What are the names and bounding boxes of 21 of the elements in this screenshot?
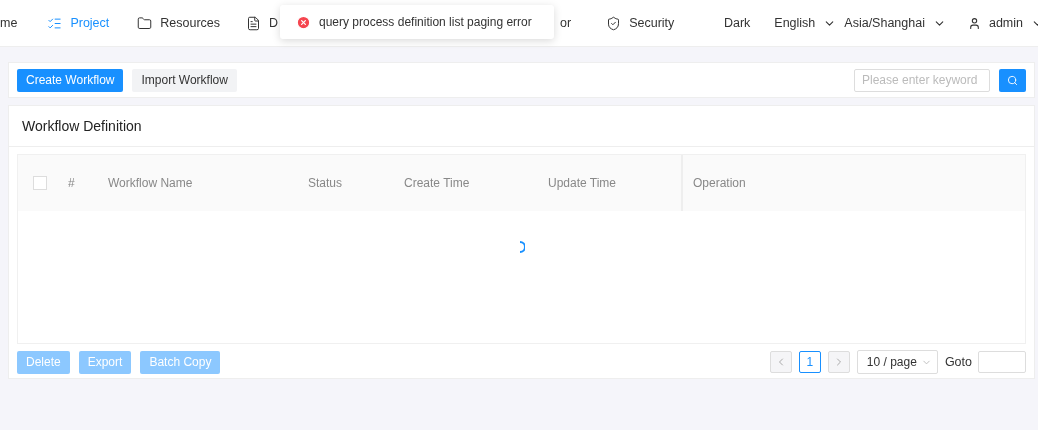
toast-message: query process definition list paging error	[319, 15, 532, 29]
theme-toggle[interactable]: Dark	[723, 16, 751, 30]
nav-item[interactable]: Security	[606, 15, 675, 31]
page-size-select[interactable]: 10 / page	[856, 350, 938, 374]
import-workflow-button[interactable]: Import Workflow	[132, 68, 237, 92]
nav-item[interactable]: me	[0, 16, 18, 30]
timezone-select[interactable]: Asia/Shanghai	[844, 16, 925, 30]
column-header: Status	[308, 176, 343, 190]
language-select[interactable]: English	[774, 16, 816, 30]
column-header: #	[68, 176, 75, 190]
search-field[interactable]: Please enter keyword	[854, 68, 990, 92]
user-menu[interactable]: admin	[988, 16, 1023, 30]
nav-item[interactable]: Resources	[137, 15, 221, 31]
nav-item[interactable]: or	[560, 16, 572, 30]
card-title: Workflow Definition	[9, 106, 1034, 147]
column-header: Operation	[693, 176, 746, 190]
column-header: Update Time	[548, 176, 617, 190]
column-header: Workflow Name	[108, 176, 193, 190]
column-header: Create Time	[404, 176, 470, 190]
goto-label: Goto	[944, 355, 972, 369]
nav-item[interactable]: D	[246, 15, 279, 31]
